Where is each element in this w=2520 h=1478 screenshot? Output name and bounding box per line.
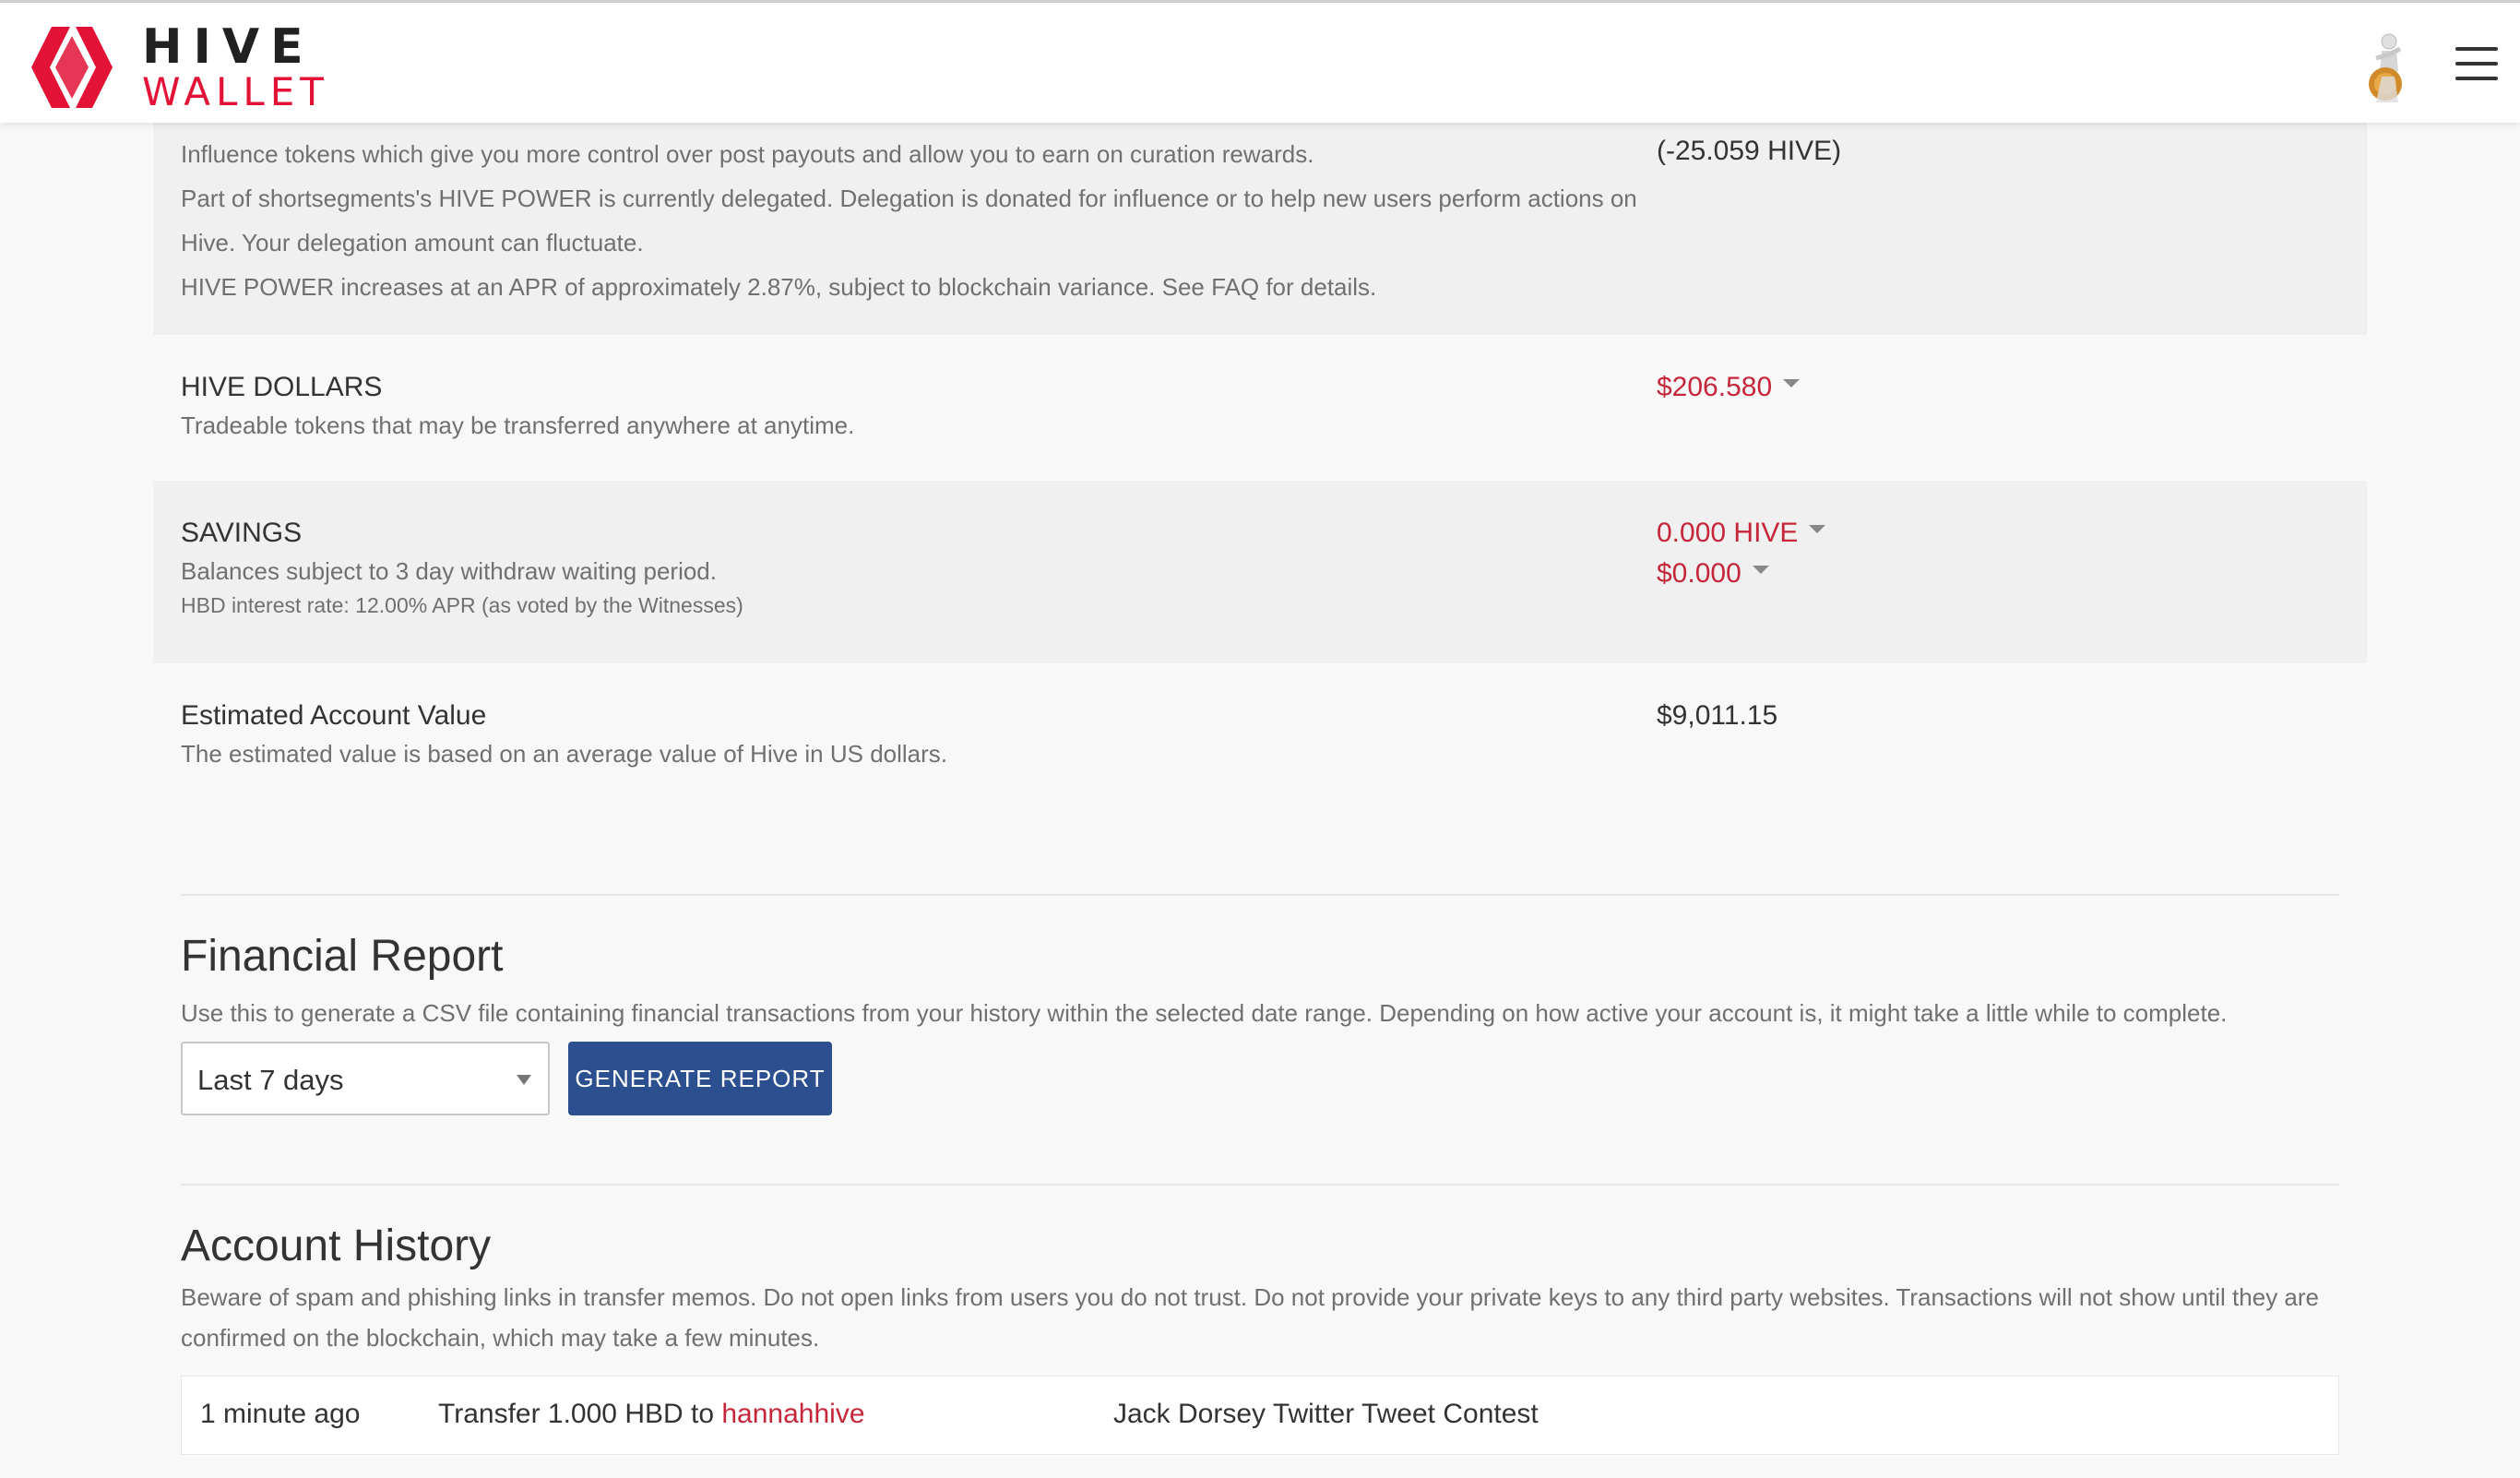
savings-hive-value: 0.000 HIVE (1657, 518, 1799, 548)
hive-power-description: Influence tokens which give you more con… (181, 140, 1314, 168)
hive-power-delegated-value: (-25.059 HIVE) (1657, 136, 1842, 166)
financial-report-section: Financial Report Use this to generate a … (153, 894, 2367, 1184)
account-history-title: Account History (181, 1222, 492, 1270)
history-recipient-link[interactable]: hannahhive (721, 1399, 864, 1429)
hive-dollars-value: $206.580 (1657, 372, 1773, 402)
logo-text-hive: HIVE (142, 19, 315, 75)
hive-dollars-title: HIVE DOLLARS (181, 372, 383, 402)
hive-dollars-description: Tradeable tokens that may be transferred… (181, 411, 855, 439)
user-avatar[interactable] (2358, 30, 2417, 104)
savings-hive-dropdown[interactable]: 0.000 HIVE (1657, 518, 1826, 549)
caret-down-icon (1809, 524, 1826, 533)
date-range-selected: Last 7 days (197, 1064, 344, 1096)
history-operation: Transfer 1.000 HBD to hannahhive (438, 1399, 865, 1430)
menu-hamburger-icon[interactable] (2455, 47, 2498, 84)
generate-report-button[interactable]: GENERATE REPORT (568, 1042, 832, 1115)
estimated-value-title: Estimated Account Value (181, 700, 487, 731)
estimated-value-amount: $9,011.15 (1657, 700, 1778, 731)
account-history-section: Account History Beware of spam and phish… (153, 1184, 2367, 1460)
hive-dollars-row: HIVE DOLLARS Tradeable tokens that may b… (153, 335, 2367, 481)
hive-logo-icon (31, 27, 113, 108)
savings-description: Balances subject to 3 day withdraw waiti… (181, 557, 717, 585)
hive-wallet-logo[interactable]: HIVE WALLET (24, 21, 329, 113)
divider (181, 1184, 2339, 1186)
financial-report-description: Use this to generate a CSV file containi… (181, 999, 2228, 1027)
hive-power-apr-note: HIVE POWER increases at an APR of approx… (181, 273, 1377, 301)
history-operation-text: Transfer 1.000 HBD to (438, 1399, 722, 1429)
financial-report-title: Financial Report (181, 932, 504, 981)
caret-down-icon (1783, 378, 1801, 387)
savings-hbd-dropdown[interactable]: $0.000 (1657, 558, 1769, 590)
top-navbar: HIVE WALLET (0, 0, 2520, 123)
history-memo: Jack Dorsey Twitter Tweet Contest (1113, 1399, 1539, 1429)
history-time: 1 minute ago (200, 1399, 361, 1429)
logo-text-wallet: WALLET (142, 69, 329, 114)
hive-dollars-value-dropdown[interactable]: $206.580 (1657, 372, 1801, 403)
caret-down-icon (1752, 565, 1769, 574)
date-range-select[interactable]: Last 7 days (181, 1042, 550, 1115)
savings-interest-rate: HBD interest rate: 12.00% APR (as voted … (181, 593, 743, 617)
estimated-value-row: Estimated Account Value The estimated va… (153, 663, 2367, 894)
chevron-down-icon (517, 1075, 531, 1085)
savings-row: SAVINGS Balances subject to 3 day withdr… (153, 481, 2367, 663)
savings-title: SAVINGS (181, 518, 303, 548)
table-row: 1 minute ago Transfer 1.000 HBD to hanna… (181, 1376, 2339, 1455)
hive-power-row: Influence tokens which give you more con… (153, 123, 2367, 335)
estimated-value-description: The estimated value is based on an avera… (181, 740, 948, 768)
account-history-warning: Beware of spam and phishing links in tra… (181, 1283, 2319, 1352)
savings-hbd-value: $0.000 (1657, 558, 1741, 589)
hive-power-delegation-note: Part of shortsegments's HIVE POWER is cu… (181, 185, 1637, 256)
divider (181, 894, 2339, 896)
wallet-content: Influence tokens which give you more con… (153, 123, 2367, 1460)
